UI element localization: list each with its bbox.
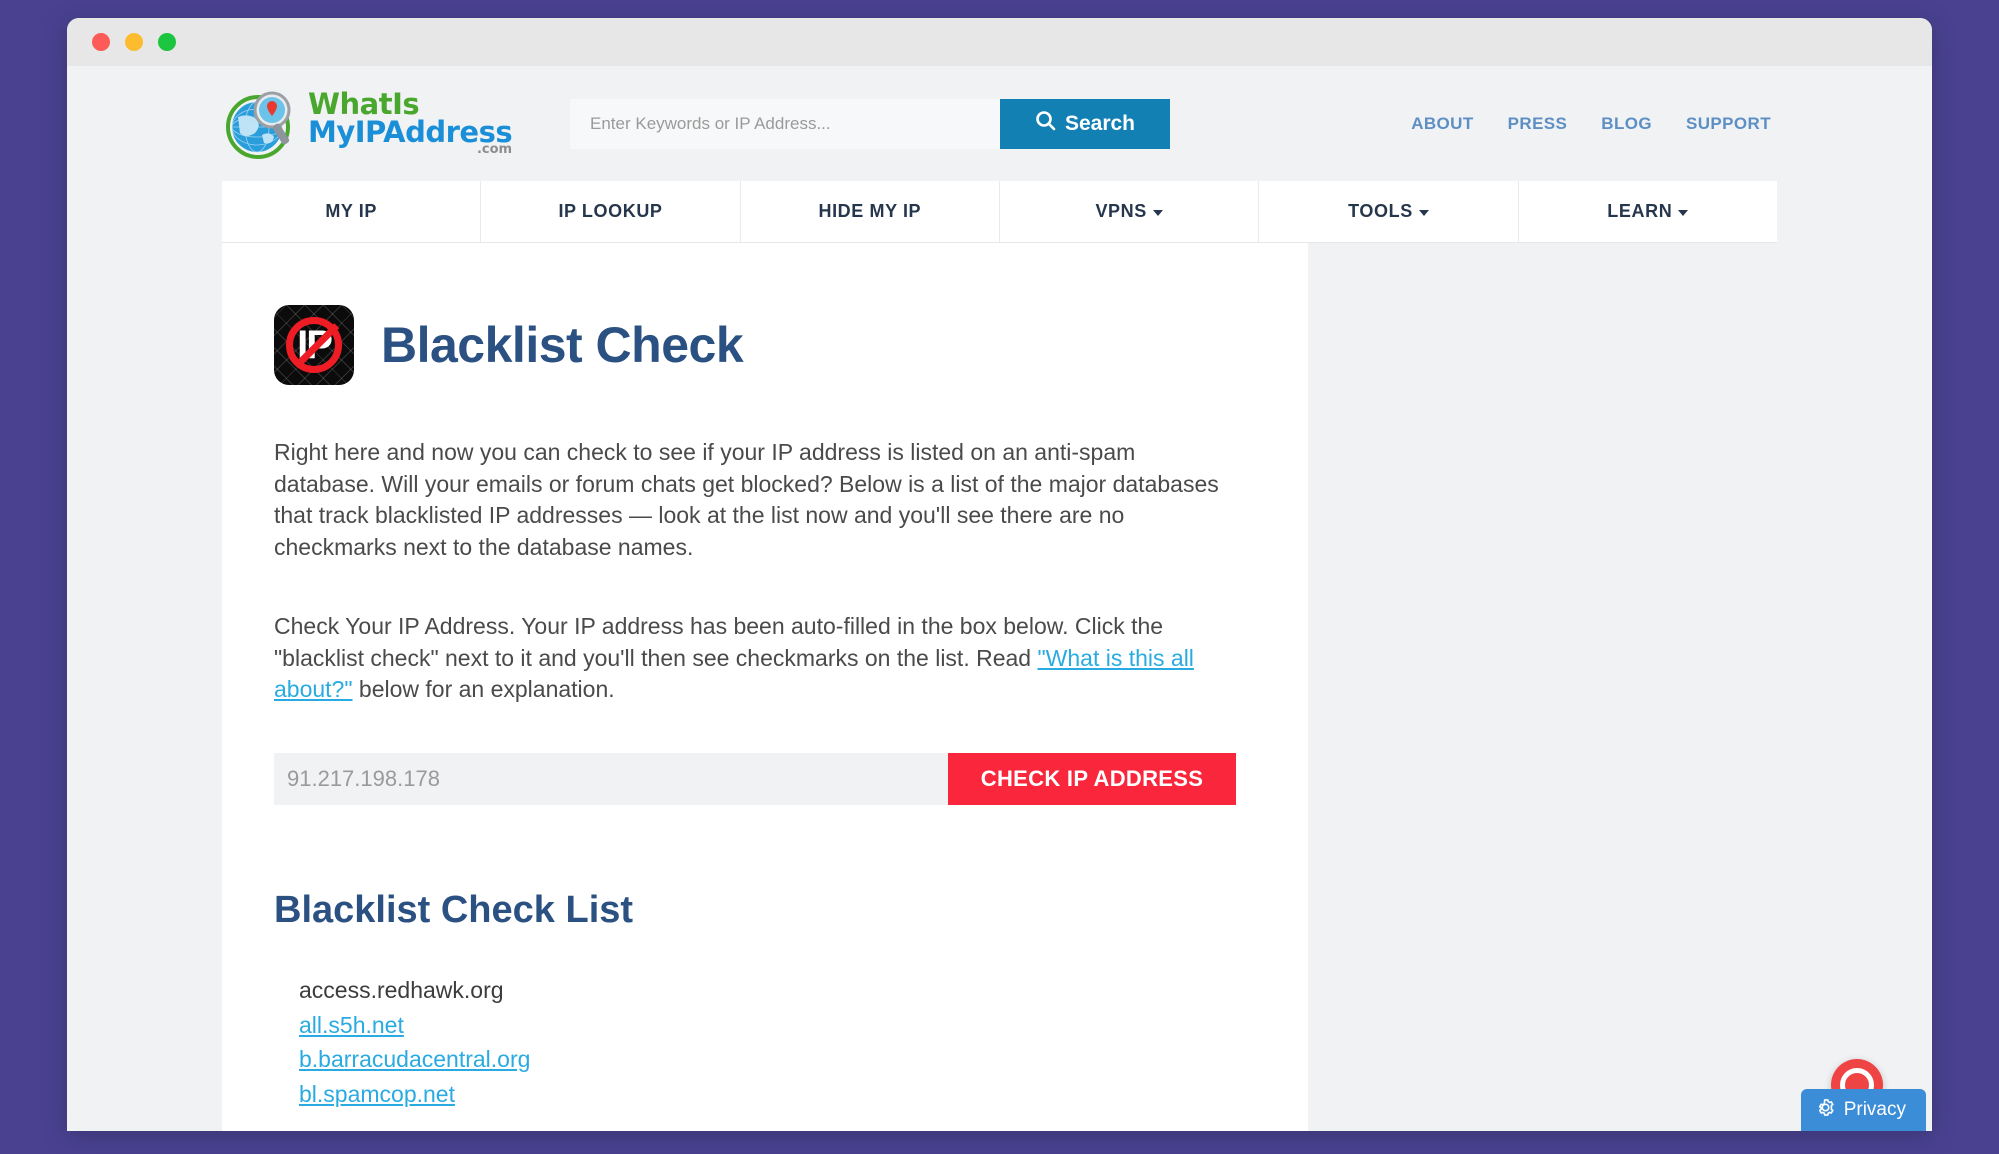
utility-nav-item-about[interactable]: ABOUT — [1411, 114, 1473, 134]
content-area: IP Blacklist Check Right here and now yo… — [222, 243, 1777, 1131]
nav-item-label: TOOLS — [1348, 201, 1413, 221]
site-logo[interactable]: WhatIs MyIPAddress .com — [222, 85, 522, 163]
nav-item-label: IP LOOKUP — [558, 201, 663, 221]
page-title: Blacklist Check — [381, 317, 744, 373]
paragraph-2-part-1: Check Your IP Address. Your IP address h… — [274, 612, 1164, 671]
blacklist-entry-link[interactable]: b.barracudacentral.org — [299, 1046, 530, 1072]
blacklist-entry-link[interactable]: all.s5h.net — [299, 1012, 404, 1038]
ip-check-form: CHECK IP ADDRESS — [274, 753, 1236, 806]
minimize-window-button[interactable] — [125, 33, 143, 51]
nav-item-tools[interactable]: TOOLS — [1259, 181, 1519, 242]
search-bar: Search — [570, 98, 1170, 149]
site-logo-text: WhatIs MyIPAddress .com — [308, 87, 513, 157]
intro-paragraph-1: Right here and now you can check to see … — [274, 439, 1219, 561]
list-item: access.redhawk.org — [299, 977, 1236, 1004]
intro-paragraph-2: Check Your IP Address. Your IP address h… — [274, 611, 1236, 706]
nav-item-my-ip[interactable]: MY IP — [222, 181, 482, 242]
utility-nav-item-blog[interactable]: BLOG — [1601, 114, 1652, 134]
paragraph-2-part-2: below for an explanation. — [352, 676, 615, 703]
blacklist-check-list: access.redhawk.org all.s5h.net b.barracu… — [274, 977, 1236, 1108]
search-button[interactable]: Search — [1000, 98, 1170, 149]
sidebar-rail — [1308, 243, 1777, 1131]
close-window-button[interactable] — [92, 33, 110, 51]
nav-item-vpns[interactable]: VPNS — [999, 181, 1260, 242]
nav-item-learn[interactable]: LEARN — [1518, 181, 1777, 242]
logo-line-1: WhatIs — [308, 87, 420, 122]
blacklist-entry-link[interactable]: bl.spamcop.net — [299, 1081, 455, 1107]
blacklist-entry-label: access.redhawk.org — [299, 977, 504, 1004]
utility-nav-item-press[interactable]: PRESS — [1508, 114, 1568, 134]
ip-address-input[interactable] — [274, 753, 948, 806]
globe-magnifier-logo-icon — [222, 85, 300, 163]
chevron-down-icon — [1418, 210, 1429, 216]
nav-item-ip-lookup[interactable]: IP LOOKUP — [481, 181, 741, 242]
maximize-window-button[interactable] — [158, 33, 176, 51]
site-header: WhatIs MyIPAddress .com Search — [67, 66, 1932, 181]
main-navigation: MY IP IP LOOKUP HIDE MY IP VPNS TOOLS LE… — [222, 181, 1777, 243]
list-item: b.barracudacentral.org — [299, 1046, 1236, 1073]
nav-item-label: LEARN — [1607, 201, 1673, 221]
privacy-settings-badge[interactable]: Privacy — [1800, 1089, 1926, 1131]
nav-item-label: VPNS — [1095, 201, 1147, 221]
blacklist-list-heading: Blacklist Check List — [274, 889, 634, 932]
blacklisted-ip-icon: IP — [274, 305, 354, 385]
browser-titlebar — [67, 18, 1932, 66]
prohibition-sign-icon — [286, 317, 342, 373]
nav-item-label: HIDE MY IP — [818, 201, 922, 221]
chevron-down-icon — [1678, 210, 1689, 216]
browser-window: WhatIs MyIPAddress .com Search — [67, 18, 1932, 1131]
article-column: IP Blacklist Check Right here and now yo… — [222, 243, 1308, 1131]
list-item: all.s5h.net — [299, 1012, 1236, 1039]
list-item: bl.spamcop.net — [299, 1081, 1236, 1108]
check-ip-address-button[interactable]: CHECK IP ADDRESS — [948, 753, 1236, 806]
page-title-row: IP Blacklist Check — [274, 305, 1236, 385]
chevron-down-icon — [1152, 210, 1163, 216]
utility-nav-item-support[interactable]: SUPPORT — [1686, 114, 1771, 134]
search-icon — [1035, 110, 1056, 137]
utility-nav: ABOUT PRESS BLOG SUPPORT — [1411, 114, 1777, 134]
privacy-badge-label: Privacy — [1843, 1099, 1906, 1120]
gear-icon — [1816, 1098, 1835, 1123]
traffic-lights — [92, 33, 176, 51]
page-viewport: WhatIs MyIPAddress .com Search — [67, 66, 1932, 1131]
nav-item-label: MY IP — [325, 201, 377, 221]
search-input[interactable] — [570, 98, 1000, 149]
search-button-label: Search — [1064, 111, 1136, 135]
nav-item-hide-my-ip[interactable]: HIDE MY IP — [740, 181, 1000, 242]
